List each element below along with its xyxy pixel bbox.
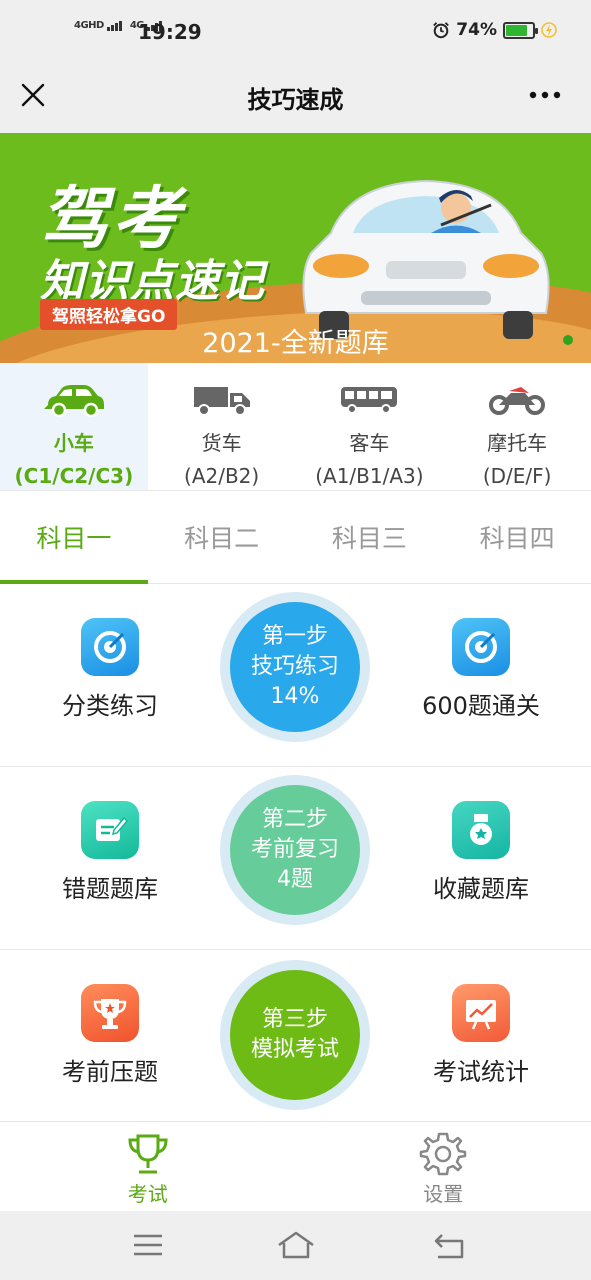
vehicle-license-code: (C1/C2/C3) — [14, 464, 134, 488]
category-practice-button[interactable]: 分类练习 — [0, 584, 220, 766]
600-questions-label: 600题通关 — [422, 692, 540, 720]
battery-icon — [503, 21, 538, 39]
vehicle-license-code: (D/E/F) — [482, 464, 552, 488]
pre-exam-questions-button[interactable]: 考前压题 — [0, 950, 220, 1132]
nav-settings[interactable]: 设置 — [296, 1122, 591, 1211]
vehicle-tab-motorcycle[interactable]: 摩托车 (D/E/F) — [443, 363, 591, 490]
nav-exam[interactable]: 考试 — [0, 1122, 296, 1211]
chart-icon — [452, 984, 510, 1042]
gear-icon — [420, 1132, 467, 1176]
promo-banner[interactable]: 驾考 知识点速记 驾照轻松拿GO 2021-全新题库 — [0, 133, 591, 363]
target-icon — [452, 618, 510, 676]
practice-row-3: 考前压题 第三步 模拟考试 考试统计 — [0, 950, 591, 1133]
practice-row-1: 分类练习 第一步 技巧练习 14% 600题通关 — [0, 584, 591, 767]
more-options-icon[interactable] — [529, 90, 561, 100]
back-icon[interactable] — [428, 1229, 468, 1261]
favorites-label: 收藏题库 — [433, 875, 529, 903]
signal-1-bars-icon — [106, 20, 123, 31]
motorcycle-icon — [489, 387, 546, 415]
step-2-count: 4题 — [277, 867, 313, 892]
status-bar: 4GHD 4G 19:29 74% — [0, 0, 591, 64]
home-icon[interactable] — [276, 1229, 316, 1261]
wrong-questions-button[interactable]: 错题题库 — [0, 767, 220, 949]
vehicle-license-code: (A2/B2) — [184, 464, 260, 488]
menu-icon[interactable] — [128, 1229, 168, 1261]
signal-1-label: 4GHD — [74, 20, 104, 31]
truck-icon — [193, 387, 250, 416]
trophy-icon — [81, 984, 139, 1042]
exam-statistics-label: 考试统计 — [433, 1058, 529, 1086]
vehicle-type-tabs: 小车 (C1/C2/C3) 货车 (A2/B2) 客车 (A1/B1/A3) 摩… — [0, 363, 591, 491]
category-practice-label: 分类练习 — [62, 692, 158, 720]
exam-statistics-button[interactable]: 考试统计 — [371, 950, 591, 1132]
car-icon — [43, 385, 104, 417]
vehicle-tab-truck[interactable]: 货车 (A2/B2) — [148, 363, 296, 490]
tab-subject-2[interactable]: 科目二 — [148, 491, 296, 583]
vehicle-tab-bus[interactable]: 客车 (A1/B1/A3) — [296, 363, 444, 490]
step-2-name: 考前复习 — [250, 837, 339, 862]
favorites-button[interactable]: 收藏题库 — [371, 767, 591, 949]
nav-exam-label: 考试 — [127, 1182, 168, 1206]
vehicle-license-code: (A1/B1/A3) — [315, 464, 424, 488]
medal-icon — [452, 801, 510, 859]
step-2-button[interactable]: 第二步 考前复习 4题 — [220, 775, 370, 925]
600-questions-button[interactable]: 600题通关 — [371, 584, 591, 766]
step-1-name: 技巧练习 — [250, 654, 339, 679]
practice-row-2: 错题题库 第二步 考前复习 4题 收藏题库 — [0, 767, 591, 950]
subject-tabs: 科目一 科目二 科目三 科目四 — [0, 491, 591, 584]
bus-icon — [341, 387, 398, 414]
step-1-title: 第一步 — [261, 624, 328, 649]
page-title: 技巧速成 — [247, 86, 344, 114]
banner-caption: 2021-全新题库 — [202, 328, 389, 359]
pre-exam-questions-label: 考前压题 — [62, 1058, 158, 1086]
battery-percent: 74% — [456, 20, 497, 40]
vehicle-name: 客车 — [349, 431, 390, 455]
step-3-button[interactable]: 第三步 模拟考试 — [220, 960, 370, 1110]
vehicle-name: 货车 — [201, 431, 242, 455]
vehicle-tab-car[interactable]: 小车 (C1/C2/C3) — [0, 363, 148, 490]
bottom-navigation: 考试 设置 — [0, 1121, 591, 1211]
charging-icon — [541, 22, 557, 38]
system-navigation-bar — [0, 1211, 591, 1280]
target-icon — [81, 618, 139, 676]
alarm-icon — [433, 22, 450, 39]
step-3-title: 第三步 — [261, 1007, 328, 1032]
nav-settings-label: 设置 — [423, 1182, 464, 1206]
clock: 19:29 — [138, 20, 202, 44]
vehicle-name: 摩托车 — [487, 431, 548, 455]
tab-subject-1[interactable]: 科目一 — [0, 491, 148, 584]
step-1-progress: 14% — [270, 684, 320, 709]
vehicle-name: 小车 — [53, 431, 94, 455]
title-bar: 技巧速成 — [0, 64, 591, 133]
step-2-title: 第二步 — [261, 807, 328, 832]
step-3-name: 模拟考试 — [250, 1037, 339, 1062]
edit-note-icon — [81, 801, 139, 859]
carousel-indicator-dot — [563, 335, 573, 345]
step-1-button[interactable]: 第一步 技巧练习 14% — [220, 592, 370, 742]
wrong-questions-label: 错题题库 — [62, 875, 158, 903]
tab-subject-4[interactable]: 科目四 — [443, 491, 591, 583]
tab-subject-3[interactable]: 科目三 — [296, 491, 444, 583]
trophy-icon — [128, 1134, 168, 1174]
